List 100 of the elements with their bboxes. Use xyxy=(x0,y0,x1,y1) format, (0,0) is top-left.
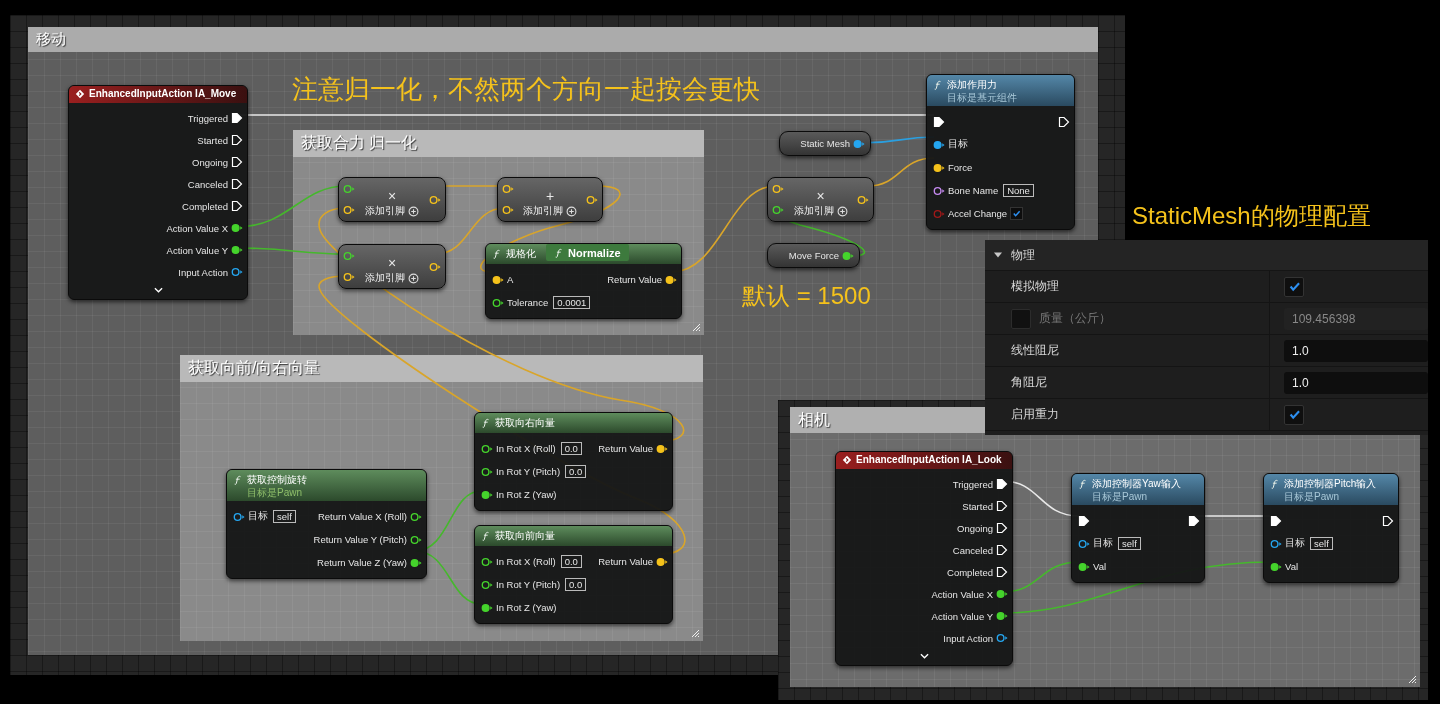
category-header[interactable]: 物理 xyxy=(985,240,1428,271)
exec-pin-icon[interactable] xyxy=(1078,514,1090,527)
data-pin-icon[interactable] xyxy=(665,273,677,286)
operator-symbol: × xyxy=(816,188,825,204)
add-pin-button[interactable]: 添加引脚 xyxy=(365,271,419,288)
data-pin-icon[interactable] xyxy=(1270,560,1282,573)
add-pin-button[interactable]: 添加引脚 xyxy=(365,204,419,221)
data-pin-icon[interactable] xyxy=(492,273,504,286)
data-pin-icon[interactable] xyxy=(429,193,441,206)
variable-node[interactable]: Static Mesh xyxy=(779,131,871,156)
data-pin-icon[interactable] xyxy=(502,204,514,216)
exec-pin-icon[interactable] xyxy=(933,115,945,128)
data-pin-icon[interactable] xyxy=(492,296,504,309)
data-pin-icon[interactable] xyxy=(410,533,422,546)
data-pin-icon[interactable] xyxy=(1078,537,1090,550)
data-pin-icon[interactable] xyxy=(343,271,355,283)
exec-pin-icon[interactable] xyxy=(996,500,1008,512)
data-pin-icon[interactable] xyxy=(586,193,598,206)
operator-node[interactable]: × 添加引脚 xyxy=(767,177,874,222)
function-node[interactable]: 添加控制器Yaw输入 目标是Pawn 目标 self Val xyxy=(1071,473,1205,583)
chevron-down-icon[interactable] xyxy=(153,287,163,293)
data-pin-icon[interactable] xyxy=(231,244,243,256)
expand-arrow-icon[interactable] xyxy=(993,250,1003,260)
data-pin-icon[interactable] xyxy=(842,249,854,262)
data-pin-icon[interactable] xyxy=(410,510,422,523)
exec-pin-icon[interactable] xyxy=(996,522,1008,534)
pin-value-field[interactable]: None xyxy=(1003,184,1034,197)
data-pin-icon[interactable] xyxy=(772,204,784,216)
exec-pin-icon[interactable] xyxy=(231,156,243,168)
data-pin-icon[interactable] xyxy=(231,266,243,278)
exec-pin-icon[interactable] xyxy=(231,134,243,146)
exec-pin-icon[interactable] xyxy=(1058,115,1070,128)
data-pin-icon[interactable] xyxy=(481,578,493,591)
pin-label: 目标 xyxy=(948,138,968,151)
function-node[interactable]: 规格化 Normalize A Tolerance 0.0001 Return Value xyxy=(485,243,682,319)
data-pin-icon[interactable] xyxy=(481,601,493,614)
pin-value-field[interactable]: 0.0 xyxy=(560,442,582,455)
exec-pin-icon[interactable] xyxy=(231,112,243,124)
data-pin-icon[interactable] xyxy=(233,510,245,523)
pin-value-field[interactable]: 0.0 xyxy=(560,555,582,568)
operator-node[interactable]: × 添加引脚 xyxy=(338,177,446,222)
exec-pin-icon[interactable] xyxy=(1382,514,1394,527)
function-node[interactable]: 获取控制旋转 目标是Pawn 目标 self Return Value X (Roll) Return Value Y (Pitch) Return Value Z (Yaw) xyxy=(226,469,427,579)
data-pin-icon[interactable] xyxy=(996,588,1008,600)
resize-handle-icon[interactable] xyxy=(1407,674,1417,684)
operator-node[interactable]: × 添加引脚 xyxy=(338,244,446,289)
data-pin-icon[interactable] xyxy=(481,488,493,501)
data-pin-icon[interactable] xyxy=(996,632,1008,644)
checkbox[interactable] xyxy=(1284,276,1304,297)
exec-pin-icon[interactable] xyxy=(1188,514,1200,527)
data-pin-icon[interactable] xyxy=(231,222,243,234)
chevron-down-icon[interactable] xyxy=(919,653,929,659)
data-pin-icon[interactable] xyxy=(481,442,493,455)
add-pin-button[interactable]: 添加引脚 xyxy=(793,204,848,221)
data-pin-icon[interactable] xyxy=(481,555,493,568)
resize-handle-icon[interactable] xyxy=(691,322,701,332)
node-label: Static Mesh xyxy=(800,138,850,149)
pin-value-field[interactable]: self xyxy=(1310,537,1333,550)
pin-value-field[interactable]: self xyxy=(273,510,296,523)
pin-value-field[interactable]: 0.0 xyxy=(565,465,587,478)
pin-value-field[interactable]: self xyxy=(1118,537,1141,550)
event-node[interactable]: EnhancedInputAction IA_Look Triggered Started Ongoing Canceled Completed Action Value X Action Value Y Input Action xyxy=(835,451,1013,666)
exec-pin-icon[interactable] xyxy=(996,544,1008,556)
function-node[interactable]: 添加控制器Pitch输入 目标是Pawn 目标 self Val xyxy=(1263,473,1399,583)
data-pin-icon[interactable] xyxy=(857,193,869,206)
checkbox[interactable] xyxy=(1284,404,1304,425)
pin-label: Return Value Z (Yaw) xyxy=(317,557,407,568)
resize-handle-icon[interactable] xyxy=(690,628,700,638)
exec-pin-icon[interactable] xyxy=(231,178,243,190)
checkbox[interactable] xyxy=(1010,207,1024,220)
function-node[interactable]: 获取向右向量 In Rot X (Roll) 0.0 In Rot Y (Pitch) 0.0 In Rot Z (Yaw) Return Value xyxy=(474,412,673,511)
data-pin-icon[interactable] xyxy=(996,610,1008,622)
exec-pin-icon[interactable] xyxy=(1270,514,1282,527)
number-field[interactable]: 1.0 xyxy=(1284,371,1428,394)
data-pin-icon[interactable] xyxy=(429,260,441,273)
pin-value-field[interactable]: 0.0001 xyxy=(553,296,591,309)
data-pin-icon[interactable] xyxy=(933,161,945,174)
data-pin-icon[interactable] xyxy=(656,555,668,568)
data-pin-icon[interactable] xyxy=(1270,537,1282,550)
exec-pin-icon[interactable] xyxy=(231,200,243,212)
event-node[interactable]: EnhancedInputAction IA_Move Triggered Started Ongoing Canceled Completed Action Value X Action Value Y Input Action xyxy=(68,85,248,300)
operator-node[interactable]: + 添加引脚 xyxy=(497,177,603,222)
add-pin-button[interactable]: 添加引脚 xyxy=(523,204,577,221)
data-pin-icon[interactable] xyxy=(1078,560,1090,573)
data-pin-icon[interactable] xyxy=(481,465,493,478)
data-pin-icon[interactable] xyxy=(410,556,422,569)
variable-node[interactable]: Move Force xyxy=(767,243,860,268)
exec-pin-icon[interactable] xyxy=(996,478,1008,490)
function-node[interactable]: 获取向前向量 In Rot X (Roll) 0.0 In Rot Y (Pitch) 0.0 In Rot Z (Yaw) Return Value xyxy=(474,525,673,624)
number-field[interactable]: 1.0 xyxy=(1284,339,1428,362)
function-node[interactable]: 添加作用力 目标是基元组件 目标 Force Bone Name None Accel Change xyxy=(926,74,1075,230)
node-title: 添加控制器Yaw输入 xyxy=(1092,477,1181,491)
data-pin-icon[interactable] xyxy=(933,184,945,197)
pin-value-field[interactable]: 0.0 xyxy=(565,578,587,591)
data-pin-icon[interactable] xyxy=(343,204,355,216)
exec-pin-icon[interactable] xyxy=(996,566,1008,578)
data-pin-icon[interactable] xyxy=(656,442,668,455)
pin-label: Force xyxy=(948,162,973,173)
data-pin-icon[interactable] xyxy=(933,138,945,151)
pin-label: Triggered xyxy=(187,112,228,124)
